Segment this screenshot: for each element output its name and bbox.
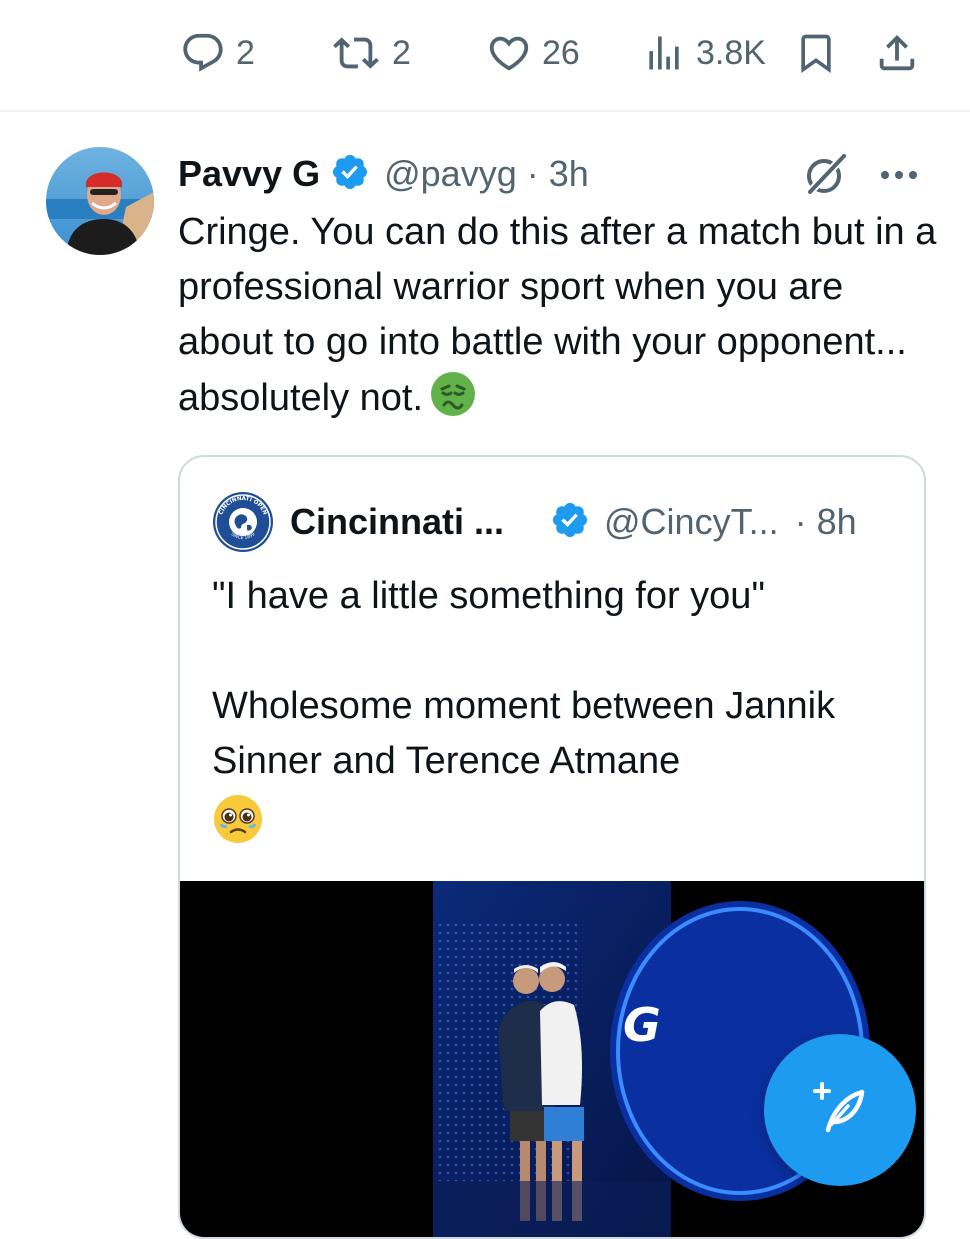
quoted-author-avatar[interactable]: CINCINNATI OPEN SINCE 1899: [212, 491, 274, 553]
grok-icon[interactable]: [800, 150, 850, 205]
quoted-time[interactable]: · 8h: [795, 501, 857, 543]
quoted-text: "I have a little something for you" Whol…: [212, 569, 902, 861]
tweet-text: Cringe. You can do this after a match bu…: [178, 205, 938, 434]
quoted-text-line2: Wholesome moment between Jannik Sinner a…: [212, 685, 836, 782]
quoted-header: Cincinnati ... @CincyT... · 8h: [290, 499, 857, 545]
bookmark-button[interactable]: [794, 28, 838, 78]
compose-post-icon: [810, 1078, 870, 1143]
quoted-text-line1: "I have a little something for you": [212, 575, 765, 617]
quoted-author-handle[interactable]: @CincyT...: [604, 501, 779, 543]
views-button[interactable]: 3.8K: [642, 28, 766, 78]
author-name[interactable]: Pavvy G: [178, 153, 320, 195]
reply-button[interactable]: 2: [180, 28, 255, 78]
reply-icon: [180, 30, 226, 76]
pleading-face-icon: [212, 793, 264, 861]
repost-button[interactable]: 2: [330, 28, 411, 78]
bookmark-icon: [794, 29, 838, 77]
tweet-header: Pavvy G @pavyg · 3h: [178, 150, 589, 198]
like-button[interactable]: 26: [486, 28, 580, 78]
reply-count: 2: [236, 33, 255, 72]
verified-badge-icon: [330, 152, 370, 197]
media-sign: G: [623, 998, 661, 1052]
like-count: 26: [542, 33, 580, 72]
verified-badge-icon: [550, 500, 590, 545]
heart-icon: [486, 30, 532, 76]
author-handle-time[interactable]: @pavyg · 3h: [384, 153, 589, 195]
views-count: 3.8K: [696, 33, 766, 72]
views-icon: [642, 30, 686, 76]
share-button[interactable]: [874, 28, 920, 78]
repost-icon: [330, 30, 382, 76]
tweet-body: Cringe. You can do this after a match bu…: [178, 211, 937, 419]
quoted-author-name[interactable]: Cincinnati ...: [290, 501, 504, 543]
post-divider: [0, 110, 970, 112]
compose-post-button[interactable]: [764, 1034, 916, 1186]
post-action-bar: 2 2 26 3.8K: [0, 0, 970, 110]
share-icon: [874, 29, 920, 77]
more-icon[interactable]: [876, 152, 922, 203]
nauseated-face-icon: [429, 370, 477, 434]
repost-count: 2: [392, 33, 411, 72]
author-avatar[interactable]: [46, 147, 154, 255]
